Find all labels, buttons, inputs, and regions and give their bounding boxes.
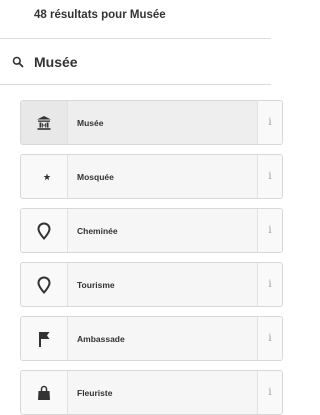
info-button[interactable]: i: [257, 371, 282, 414]
map-pin-icon: [21, 209, 68, 252]
preset-label: Musée: [77, 117, 104, 128]
preset-item-musee[interactable]: Musée i: [20, 100, 283, 145]
info-button[interactable]: i: [257, 263, 282, 306]
flag-icon: [21, 317, 68, 360]
info-button[interactable]: i: [257, 209, 282, 252]
preset-item-fleuriste[interactable]: Fleuriste i: [20, 370, 283, 415]
search-query-row[interactable]: Musée: [12, 52, 78, 72]
preset-label: Fleuriste: [77, 387, 113, 398]
preset-label: Mosquée: [77, 171, 114, 182]
preset-label: Ambassade: [77, 333, 125, 344]
info-button[interactable]: i: [257, 155, 282, 198]
shopping-bag-icon: [21, 371, 68, 414]
museum-icon: [21, 101, 68, 144]
preset-label: Tourisme: [77, 279, 115, 290]
divider: [0, 84, 271, 85]
divider: [0, 38, 271, 39]
preset-item-mosquee[interactable]: Mosquée i: [20, 154, 283, 199]
preset-item-tourisme[interactable]: Tourisme i: [20, 262, 283, 307]
preset-label: Cheminée: [77, 225, 118, 236]
search-icon: [12, 56, 24, 68]
results-count: 48 résultats pour Musée: [34, 9, 166, 21]
search-query-text: Musée: [34, 54, 78, 70]
info-button[interactable]: i: [257, 101, 282, 144]
map-pin-icon: [21, 263, 68, 306]
info-button[interactable]: i: [257, 317, 282, 360]
preset-item-ambassade[interactable]: Ambassade i: [20, 316, 283, 361]
preset-item-cheminee[interactable]: Cheminée i: [20, 208, 283, 253]
crescent-star-icon: [21, 155, 68, 198]
